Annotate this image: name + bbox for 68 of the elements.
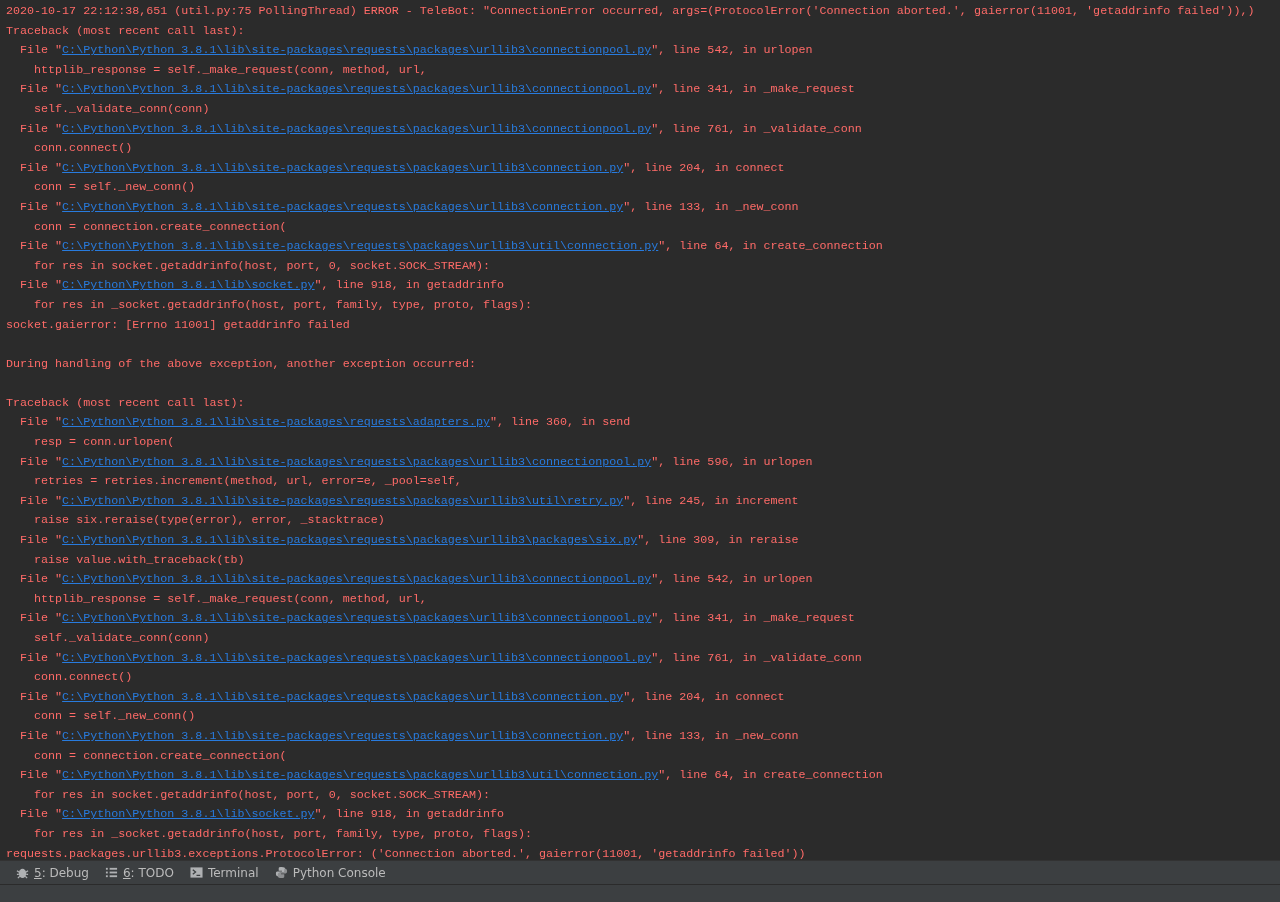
traceback-line: File "C:\Python\Python 3.8.1\lib\site-packages\requests\packages\urllib3\connectionpool.py", line 542, in urlopen (19, 571, 814, 589)
log-line: for res in socket.getaddrinfo(host, port, 0, socket.SOCK_STREAM): (33, 257, 491, 275)
log-line: self._validate_conn(conn) (33, 630, 211, 647)
file-link[interactable]: C:\Python\Python 3.8.1\lib\site-packages\requests\packages\urllib3\util\retry.py (62, 493, 624, 508)
file-link[interactable]: C:\Python\Python 3.8.1\lib\site-packages\requests\packages\urllib3\connection.py (62, 728, 624, 743)
log-line: httplib_response = self._make_request(conn, method, url, (33, 590, 428, 608)
file-link[interactable]: C:\Python\Python 3.8.1\lib\site-packages\requests\adapters.py (62, 415, 490, 430)
file-link[interactable]: C:\Python\Python 3.8.1\lib\site-packages\requests\packages\urllib3\connectionpool.py (62, 572, 652, 587)
log-line: conn = connection.create_connection( (33, 747, 288, 765)
traceback-line: File "C:\Python\Python 3.8.1\lib\site-packages\requests\packages\urllib3\util\connection.py", line 64, in create_connection (19, 238, 884, 256)
terminal-tool-button[interactable]: Terminal (181, 861, 267, 884)
file-link[interactable]: C:\Python\Python 3.8.1\lib\site-packages\requests\packages\urllib3\connectionpool.py (62, 454, 652, 469)
log-line: for res in _socket.getaddrinfo(host, port, family, type, proto, flags): (33, 296, 534, 314)
traceback-line: File "C:\Python\Python 3.8.1\lib\site-packages\requests\packages\urllib3\connectionpool.py", line 341, in _make_request (19, 610, 856, 628)
file-link[interactable]: C:\Python\Python 3.8.1\lib\site-packages\requests\packages\urllib3\connection.py (62, 199, 624, 214)
traceback-line: File "C:\Python\Python 3.8.1\lib\site-packages\requests\packages\urllib3\connection.py", line 204, in connect (19, 159, 786, 177)
log-line: socket.gaierror: [Errno 11001] getaddrinfo failed (6, 316, 351, 334)
file-link[interactable]: C:\Python\Python 3.8.1\lib\site-packages\requests\packages\urllib3\connection.py (62, 689, 624, 704)
log-line: httplib_response = self._make_request(conn, method, url, (33, 61, 428, 79)
traceback-line: File "C:\Python\Python 3.8.1\lib\site-packages\requests\packages\urllib3\connection.py", line 204, in connect (19, 688, 786, 706)
traceback-line: File "C:\Python\Python 3.8.1\lib\site-packages\requests\packages\urllib3\packages\six.py", line 309, in reraise (19, 532, 800, 550)
terminal-icon (189, 866, 203, 879)
file-link[interactable]: C:\Python\Python 3.8.1\lib\site-packages\requests\packages\urllib3\connectionpool.py (62, 611, 652, 626)
log-line: for res in socket.getaddrinfo(host, port, 0, socket.SOCK_STREAM): (33, 786, 491, 804)
traceback-line: File "C:\Python\Python 3.8.1\lib\site-packages\requests\packages\urllib3\connectionpool.py", line 761, in _validate_conn (19, 120, 863, 138)
traceback-line: File "C:\Python\Python 3.8.1\lib\site-packages\requests\packages\urllib3\connectionpool.py", line 596, in urlopen (19, 453, 814, 471)
traceback-line: File "C:\Python\Python 3.8.1\lib\site-packages\requests\packages\urllib3\connection.py", line 133, in _new_conn (19, 727, 800, 745)
traceback-line: File "C:\Python\Python 3.8.1\lib\site-packages\requests\adapters.py", line 360, in send (19, 414, 632, 432)
traceback-line: File "C:\Python\Python 3.8.1\lib\site-packages\requests\packages\urllib3\connection.py", line 133, in _new_conn (19, 198, 800, 216)
file-link[interactable]: C:\Python\Python 3.8.1\lib\site-packages\requests\packages\urllib3\connectionpool.py (62, 82, 652, 97)
log-line: conn = self._new_conn() (33, 708, 197, 726)
traceback-line: File "C:\Python\Python 3.8.1\lib\site-packages\requests\packages\urllib3\connectionpool.py", line 542, in urlopen (19, 42, 814, 60)
traceback-line: File "C:\Python\Python 3.8.1\lib\socket.py", line 918, in getaddrinfo (19, 806, 505, 824)
traceback-line: File "C:\Python\Python 3.8.1\lib\site-packages\requests\packages\urllib3\util\retry.py", line 245, in increment (19, 492, 800, 510)
log-line: conn.connect() (33, 140, 134, 158)
log-line: for res in _socket.getaddrinfo(host, port, family, type, proto, flags): (33, 825, 534, 843)
log-line: conn = self._new_conn() (33, 179, 197, 197)
log-line: resp = conn.urlopen( (33, 434, 176, 452)
traceback-line: File "C:\Python\Python 3.8.1\lib\socket.py", line 918, in getaddrinfo (19, 277, 505, 295)
log-line: retries = retries.increment(method, url, error=e, _pool=self, (33, 473, 463, 491)
log-line: Traceback (most recent call last): (6, 394, 246, 412)
bug-icon (16, 866, 29, 879)
log-line: During handling of the above exception, another exception occurred: (6, 355, 477, 373)
file-link[interactable]: C:\Python\Python 3.8.1\lib\site-packages\requests\packages\urllib3\connection.py (62, 160, 624, 175)
debug-tool-button[interactable]: 5: Debug (8, 861, 97, 884)
log-line: raise value.with_traceback(tb) (33, 551, 246, 569)
log-line: requests.packages.urllib3.exceptions.ProtocolError: ('Connection aborted.', gaierror(11001, 'getaddrinfo failed')) (6, 845, 807, 860)
log-line: conn = connection.create_connection( (33, 218, 288, 236)
log-line: 2020-10-17 22:12:38,651 (util.py:75 PollingThread) ERROR - TeleBot: "ConnectionError occurred, args=(ProtocolError('Connection aborted.', gaierror(11001, 'getaddrinfo failed')),) (6, 3, 1256, 20)
log-line: raise six.reraise(type(error), error, _stacktrace) (33, 512, 386, 530)
log-line: Traceback (most recent call last): (6, 22, 246, 40)
file-link[interactable]: C:\Python\Python 3.8.1\lib\site-packages\requests\packages\urllib3\packages\six.py (62, 533, 638, 548)
file-link[interactable]: C:\Python\Python 3.8.1\lib\site-packages\requests\packages\urllib3\util\connection.py (62, 239, 659, 254)
file-link[interactable]: C:\Python\Python 3.8.1\lib\site-packages\requests\packages\urllib3\connectionpool.py (62, 650, 652, 665)
file-link[interactable]: C:\Python\Python 3.8.1\lib\site-packages\requests\packages\urllib3\util\connection.py (62, 768, 659, 783)
python-tool-button[interactable]: Python Console (266, 861, 394, 884)
traceback-line: File "C:\Python\Python 3.8.1\lib\site-packages\requests\packages\urllib3\util\connection.py", line 64, in create_connection (19, 767, 884, 785)
file-link[interactable]: C:\Python\Python 3.8.1\lib\site-packages\requests\packages\urllib3\connectionpool.py (62, 43, 652, 58)
list-icon (104, 866, 118, 879)
file-link[interactable]: C:\Python\Python 3.8.1\lib\socket.py (62, 807, 315, 822)
python-icon (274, 866, 288, 879)
file-link[interactable]: C:\Python\Python 3.8.1\lib\site-packages\requests\packages\urllib3\connectionpool.py (62, 121, 652, 136)
traceback-line: File "C:\Python\Python 3.8.1\lib\site-packages\requests\packages\urllib3\connectionpool.py", line 341, in _make_request (19, 81, 856, 99)
traceback-line: File "C:\Python\Python 3.8.1\lib\site-packages\requests\packages\urllib3\connectionpool.py", line 761, in _validate_conn (19, 649, 863, 667)
file-link[interactable]: C:\Python\Python 3.8.1\lib\socket.py (62, 278, 315, 293)
todo-tool-button[interactable]: 6: TODO (96, 861, 182, 884)
log-line: conn.connect() (33, 669, 134, 687)
log-line: self._validate_conn(conn) (33, 100, 211, 118)
